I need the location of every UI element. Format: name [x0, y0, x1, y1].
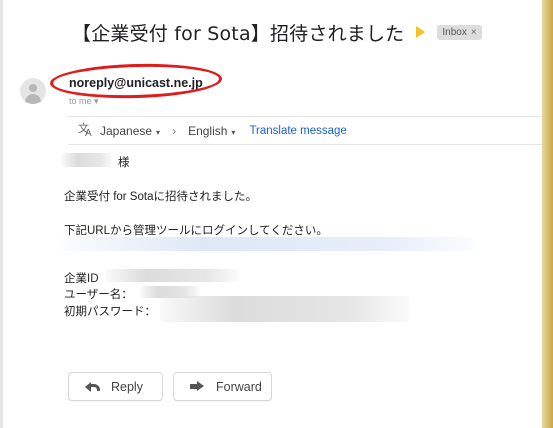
company-id-label: 企業ID [64, 273, 99, 285]
username-label: ユーザー名： [64, 289, 133, 301]
target-language-label: English [188, 123, 228, 138]
sender-avatar [20, 78, 46, 104]
target-language-select[interactable]: English ▾ [188, 124, 235, 138]
translate-bar: 文A Japanese ▾ › English ▾ Translate messag… [68, 116, 542, 145]
forward-button-label: Forward [216, 379, 262, 394]
redacted-recipient-name [62, 153, 112, 167]
subject-row: 【企業受付 for Sota】招待されました Inbox × [72, 14, 482, 50]
forward-arrow-icon [190, 380, 206, 393]
person-avatar-icon [29, 84, 37, 92]
source-language-select[interactable]: Japanese ▾ [100, 124, 160, 138]
reply-button[interactable]: Reply [68, 372, 163, 401]
chevron-down-icon: ▾ [231, 127, 236, 137]
login-instruction-line: 下記URLから管理ツールにログインしてください。 [64, 225, 328, 237]
chevron-down-icon: ▾ [156, 127, 161, 137]
translate-icon: 文A [78, 122, 92, 139]
translate-message-link[interactable]: Translate message [249, 125, 346, 137]
remove-label-icon[interactable]: × [471, 27, 477, 38]
inbox-label-chip[interactable]: Inbox × [437, 24, 482, 40]
redacted-password [160, 296, 410, 322]
sender-address[interactable]: noreply@unicast.ne.jp [69, 76, 203, 90]
email-subject: 【企業受付 for Sota】招待されました [72, 22, 405, 45]
inbox-label-text: Inbox [442, 26, 467, 38]
window-edge-right [542, 0, 553, 428]
forward-button[interactable]: Forward [173, 372, 272, 401]
redacted-login-url [62, 237, 474, 251]
reply-button-label: Reply [111, 379, 143, 394]
source-language-label: Japanese [100, 123, 153, 138]
chevron-right-icon: › [172, 123, 177, 138]
initial-password-label: 初期パスワード： [64, 306, 156, 318]
recipient-details-toggle[interactable]: to me ▾ [69, 96, 99, 107]
reply-arrow-icon [85, 381, 101, 393]
redacted-company-id [106, 269, 238, 282]
greeting-honorific: 様 [118, 157, 130, 169]
window-edge-left [0, 0, 3, 428]
importance-marker-icon[interactable] [416, 26, 426, 38]
invitation-line: 企業受付 for Sotaに招待されました。 [64, 191, 257, 203]
